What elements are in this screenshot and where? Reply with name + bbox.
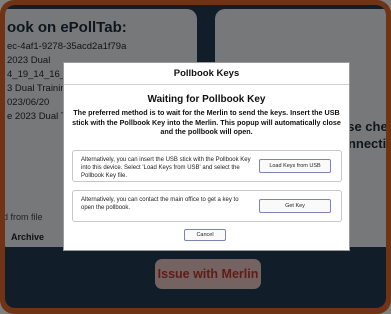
office-option-panel: Alternatively, you can contact the main … (72, 190, 342, 222)
cancel-button[interactable]: Cancel (184, 229, 226, 241)
office-option-text: Alternatively, you can contact the main … (81, 197, 239, 211)
usb-option-text: Alternatively, you can insert the USB st… (81, 157, 251, 179)
dialog-title: Pollbook Keys (64, 63, 349, 85)
dialog-description: The preferred method is to wait for the … (72, 108, 341, 136)
usb-option-panel: Alternatively, you can insert the USB st… (72, 150, 342, 182)
get-key-button[interactable]: Get Key (259, 199, 331, 213)
load-keys-from-usb-button[interactable]: Load Keys from USB (259, 159, 331, 173)
dialog-heading: Waiting for Pollbook Key (147, 94, 266, 105)
pollbook-keys-dialog: Pollbook Keys Waiting for Pollbook Key T… (63, 62, 350, 251)
